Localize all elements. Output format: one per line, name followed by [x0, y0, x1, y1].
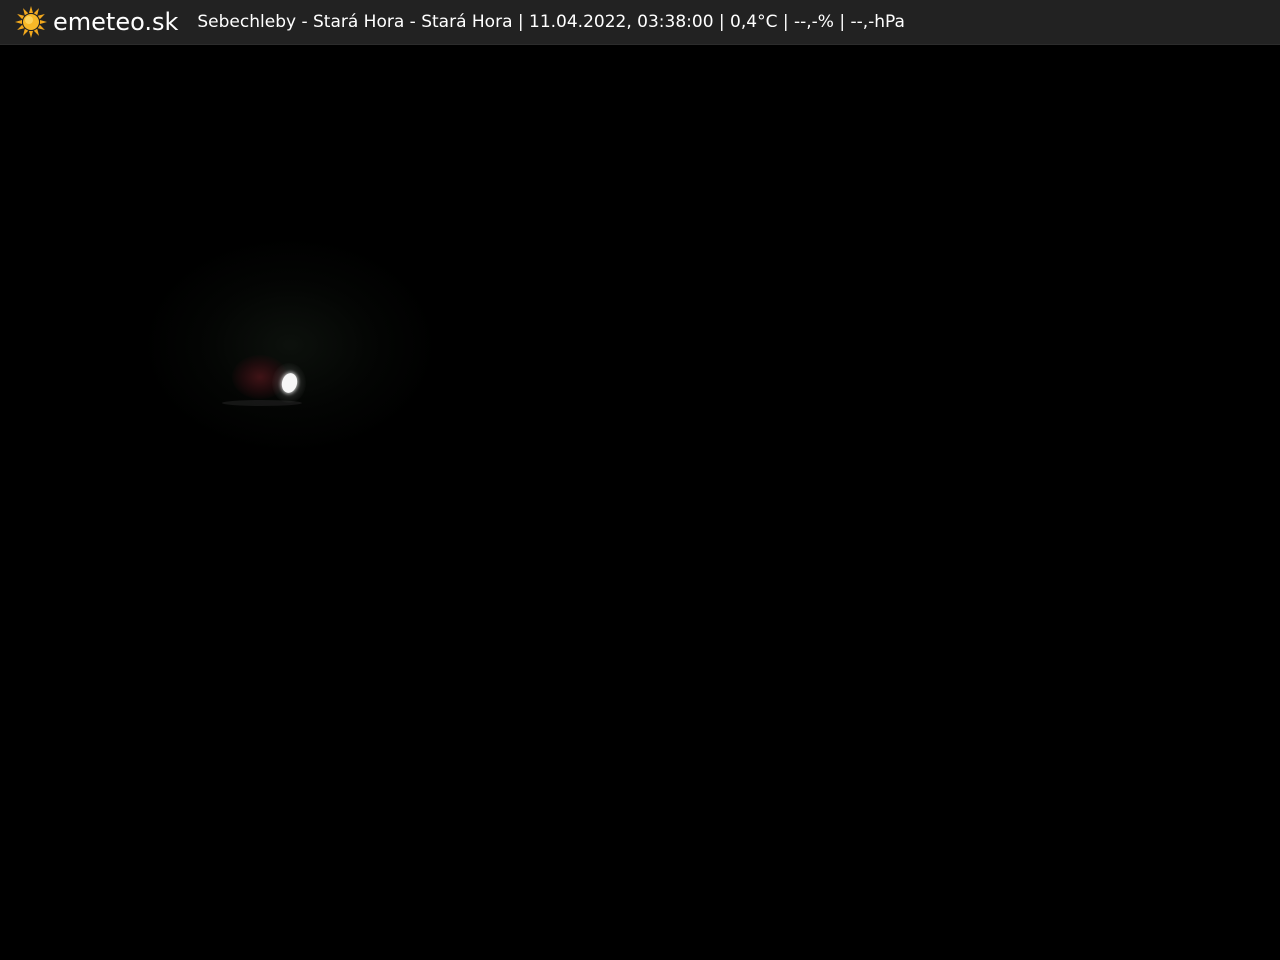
header-bar: emeteo.sk Sebechleby - Stará Hora - Star… [0, 0, 1280, 45]
brand-name[interactable]: emeteo.sk [53, 0, 178, 45]
station-caption: Sebechleby - Stará Hora - Stará Hora | 1… [197, 11, 905, 32]
webcam-frame: emeteo.sk Sebechleby - Stará Hora - Star… [0, 0, 1280, 960]
logo[interactable]: emeteo.sk [14, 0, 178, 45]
ambient-glow [140, 235, 440, 455]
sun-icon [15, 6, 47, 38]
webcam-image [0, 45, 1280, 960]
